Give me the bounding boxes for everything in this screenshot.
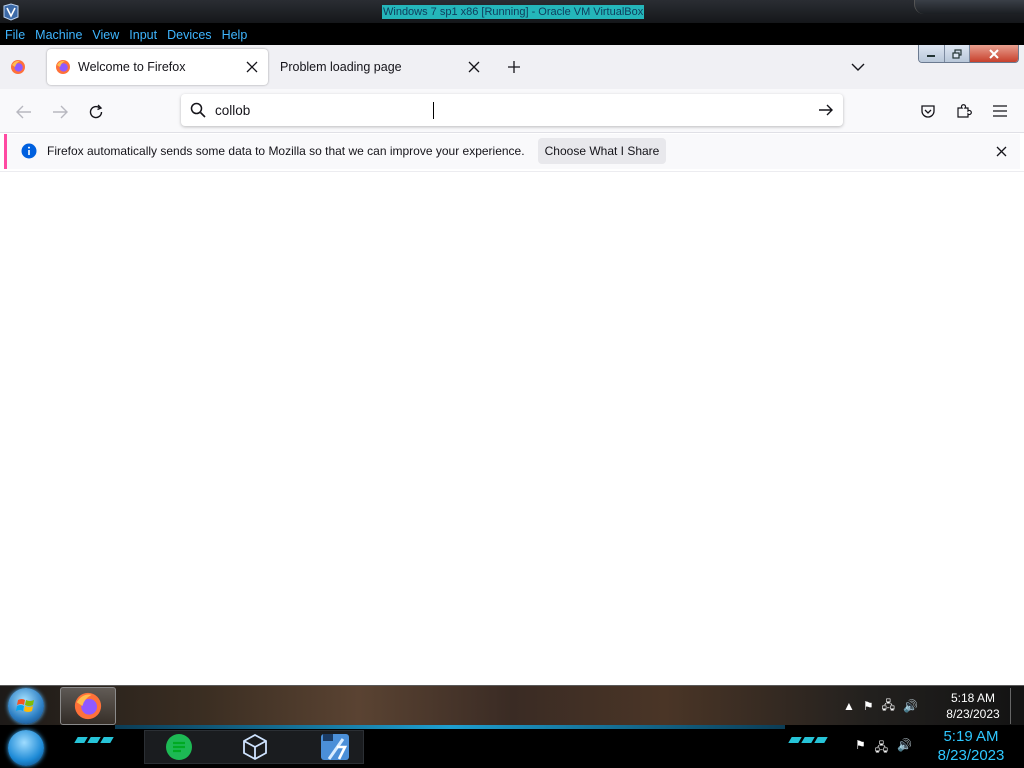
- menu-machine[interactable]: Machine: [35, 28, 82, 42]
- host-start-button[interactable]: [8, 730, 44, 766]
- guest-clock[interactable]: 5:18 AM 8/23/2023: [940, 690, 1006, 722]
- firefox-icon: [74, 692, 102, 720]
- new-tab-button[interactable]: [504, 57, 524, 77]
- virtualbox-logo-icon: [3, 3, 19, 21]
- text-caret: [433, 102, 434, 119]
- minimize-icon: [927, 54, 936, 57]
- info-icon: [21, 143, 37, 159]
- menu-view[interactable]: View: [92, 28, 119, 42]
- menu-file[interactable]: File: [5, 28, 25, 42]
- windows7-vm-icon: [321, 734, 349, 760]
- content-divider: [0, 171, 1024, 172]
- network-icon[interactable]: 🖧: [882, 696, 895, 717]
- network-icon[interactable]: 🖧: [875, 738, 888, 759]
- firefox-tabbar: Welcome to Firefox Problem loading page: [0, 45, 1024, 89]
- host-taskbar: ⚑ 🖧 🔊 5:19 AM 8/23/2023: [0, 725, 1024, 768]
- taskbar-firefox-button[interactable]: [60, 687, 116, 725]
- windows-logo-icon: [16, 699, 34, 712]
- arrow-left-icon: [16, 105, 31, 119]
- window-controls: [918, 45, 1019, 63]
- guest-screen: Welcome to Firefox Problem loading page: [0, 45, 1024, 685]
- guest-clock-time: 5:18 AM: [950, 691, 996, 705]
- close-window-button[interactable]: [970, 45, 1018, 62]
- address-bar[interactable]: [181, 94, 843, 126]
- minimize-button[interactable]: [919, 45, 945, 62]
- host-clock[interactable]: 5:19 AM 8/23/2023: [928, 727, 1014, 765]
- guest-system-tray: ▲ ⚑ 🖧 🔊: [843, 696, 933, 716]
- tab-label: Problem loading page: [280, 60, 402, 74]
- titlebar-decoration: [914, 0, 1024, 14]
- close-tab-icon[interactable]: [464, 57, 484, 77]
- taskbar-virtualbox-button[interactable]: [238, 730, 272, 764]
- reload-icon: [89, 104, 103, 119]
- firefox-favicon-icon: [56, 60, 70, 74]
- taskbar-vm-window-button[interactable]: [318, 730, 352, 764]
- chevron-down-icon: [851, 63, 865, 71]
- vbox-titlebar: Windows 7 sp1 x86 [Running] - Oracle VM …: [0, 0, 1024, 24]
- list-all-tabs-button[interactable]: [848, 57, 868, 77]
- close-icon: [989, 48, 999, 59]
- forward-button[interactable]: [49, 101, 71, 123]
- close-icon: [996, 146, 1006, 156]
- hamburger-menu-icon: [993, 105, 1007, 117]
- notification-message: Firefox automatically sends some data to…: [47, 144, 525, 158]
- host-clock-date: 8/23/2023: [937, 747, 1005, 764]
- back-button[interactable]: [13, 101, 35, 123]
- tab-label: Welcome to Firefox: [78, 60, 186, 74]
- navigation-toolbar: [0, 89, 1024, 165]
- guest-start-button[interactable]: [8, 688, 44, 724]
- restore-icon: [952, 48, 962, 59]
- action-center-flag-icon[interactable]: ⚑: [863, 699, 874, 713]
- plus-icon: [508, 61, 520, 73]
- virtualbox-cube-icon: [243, 733, 267, 761]
- show-hidden-icons-icon[interactable]: ▲: [843, 699, 855, 713]
- vbox-menubar: File Machine View Input Devices Help: [0, 24, 1024, 45]
- search-icon: [190, 102, 206, 118]
- pocket-button[interactable]: [918, 101, 938, 121]
- taskbar-notes-app-button[interactable]: [162, 730, 196, 764]
- host-clock-time: 5:19 AM: [943, 728, 999, 745]
- choose-what-i-share-button[interactable]: Choose What I Share: [538, 138, 666, 164]
- menu-input[interactable]: Input: [129, 28, 157, 42]
- host-system-tray: ⚑ 🖧 🔊: [855, 738, 912, 759]
- puzzle-piece-icon: [957, 104, 972, 118]
- extensions-button[interactable]: [954, 101, 974, 121]
- data-reporting-notification: Firefox automatically sends some data to…: [4, 134, 1020, 169]
- close-tab-icon[interactable]: [242, 57, 262, 77]
- taskbar-decoration: [788, 737, 828, 747]
- notes-icon: [166, 734, 192, 760]
- go-arrow-icon[interactable]: [817, 101, 835, 119]
- menu-devices[interactable]: Devices: [167, 28, 211, 42]
- reload-button[interactable]: [85, 101, 107, 123]
- pocket-icon: [921, 104, 935, 118]
- guest-clock-date: 8/23/2023: [946, 707, 1000, 721]
- show-desktop-button[interactable]: [1010, 688, 1022, 724]
- restore-button[interactable]: [944, 45, 970, 62]
- host-taskbar-glow: [115, 725, 785, 729]
- volume-icon[interactable]: 🔊: [903, 699, 918, 713]
- url-input[interactable]: [215, 100, 775, 120]
- taskbar-decoration: [74, 737, 114, 747]
- firefox-view-icon[interactable]: [10, 59, 26, 75]
- menu-help[interactable]: Help: [222, 28, 248, 42]
- dismiss-notification-button[interactable]: [992, 142, 1010, 160]
- tab-welcome-to-firefox[interactable]: Welcome to Firefox: [47, 49, 268, 85]
- volume-icon[interactable]: 🔊: [897, 738, 912, 759]
- app-menu-button[interactable]: [990, 101, 1010, 121]
- window-title: Windows 7 sp1 x86 [Running] - Oracle VM …: [382, 5, 645, 19]
- guest-taskbar: ▲ ⚑ 🖧 🔊 5:18 AM 8/23/2023: [0, 685, 1024, 725]
- arrow-right-icon: [53, 105, 68, 119]
- action-center-flag-icon[interactable]: ⚑: [855, 738, 866, 759]
- tab-problem-loading-page[interactable]: Problem loading page: [272, 49, 490, 85]
